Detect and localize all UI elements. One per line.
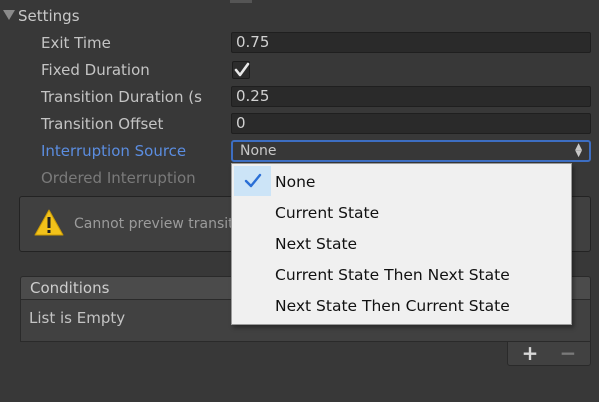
menu-item-label: Next State Then Current State — [275, 297, 510, 315]
menu-item-label: None — [275, 173, 316, 191]
conditions-title: Conditions — [30, 279, 110, 297]
fixed-duration-checkbox[interactable] — [232, 61, 250, 79]
menu-item-label: Current State Then Next State — [275, 266, 510, 284]
transition-offset-label: Transition Offset — [41, 115, 164, 133]
menu-item-next-then-current[interactable]: Next State Then Current State — [232, 291, 571, 321]
fixed-duration-label: Fixed Duration — [41, 61, 150, 79]
menu-item-label: Next State — [275, 235, 358, 253]
interruption-source-dropdown[interactable]: None ▲ ▼ — [231, 140, 591, 162]
exit-time-label: Exit Time — [41, 34, 111, 52]
conditions-empty-text: List is Empty — [29, 309, 126, 327]
checkmark-icon — [234, 62, 250, 77]
menu-item-none[interactable]: None — [232, 167, 571, 197]
transition-offset-field[interactable]: 0 — [231, 113, 591, 134]
menu-item-next-state[interactable]: Next State — [232, 229, 571, 259]
conditions-footer: + − — [507, 342, 591, 366]
interruption-source-menu: None Current State Next State Current St… — [231, 163, 572, 325]
exit-time-field[interactable]: 0.75 — [231, 32, 591, 53]
foldout-arrow-icon[interactable] — [3, 10, 15, 20]
ordered-interruption-label: Ordered Interruption — [41, 169, 196, 187]
warning-text: Cannot preview transit — [74, 216, 234, 232]
transition-duration-label: Transition Duration (s — [41, 88, 202, 106]
menu-item-current-state[interactable]: Current State — [232, 198, 571, 228]
remove-condition-button[interactable]: − — [554, 342, 582, 364]
transition-duration-field[interactable]: 0.25 — [231, 86, 591, 107]
settings-section-title[interactable]: Settings — [18, 7, 80, 25]
warning-icon — [34, 209, 64, 236]
interruption-source-value: None — [240, 143, 277, 159]
top-separator — [230, 0, 252, 3]
dropdown-arrows-icon: ▲ ▼ — [575, 142, 582, 159]
add-condition-button[interactable]: + — [516, 342, 544, 364]
interruption-source-label: Interruption Source — [41, 142, 187, 160]
menu-item-label: Current State — [275, 204, 380, 222]
menu-item-current-then-next[interactable]: Current State Then Next State — [232, 260, 571, 290]
